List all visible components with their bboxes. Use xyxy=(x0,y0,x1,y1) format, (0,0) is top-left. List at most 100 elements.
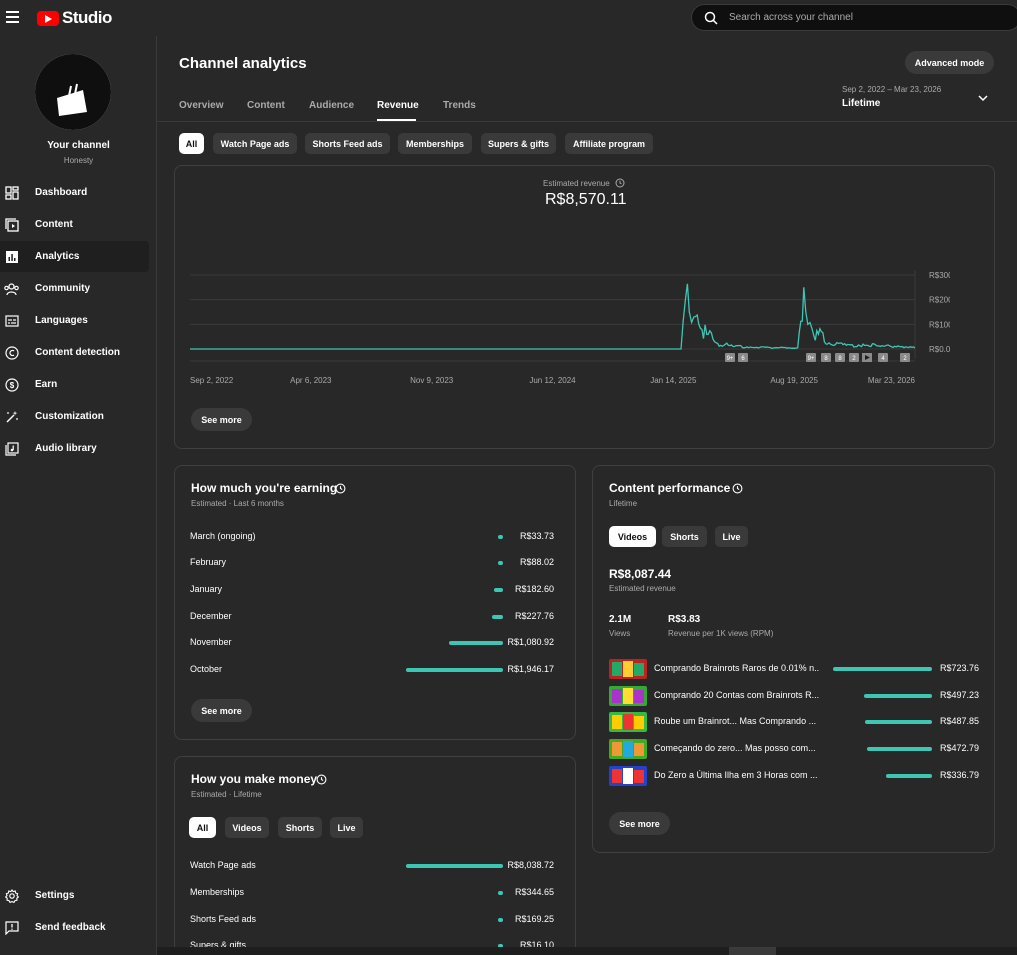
info-icon[interactable] xyxy=(335,483,346,494)
earning-row-value: R$182.60 xyxy=(514,584,554,594)
revenue-series-line xyxy=(190,283,916,350)
y-tick-label: R$300.00 xyxy=(929,271,950,280)
video-title[interactable]: Roube um Brainrot... Mas Comprando ... xyxy=(654,716,819,726)
sidebar-item-earn[interactable]: $ Earn xyxy=(0,369,149,400)
filter-chip-shorts-feed-ads[interactable]: Shorts Feed ads xyxy=(305,133,390,154)
video-revenue-value: R$723.76 xyxy=(939,663,979,673)
views-label: Views xyxy=(609,629,631,638)
earning-subtitle: Estimated · Last 6 months xyxy=(191,499,284,508)
sidebar-item-languages[interactable]: Languages xyxy=(0,305,149,336)
avatar-image xyxy=(35,54,111,130)
make-money-chip-all[interactable]: All xyxy=(189,817,216,838)
video-title[interactable]: Comprando Brainrots Raros de 0.01% n... xyxy=(654,663,819,673)
tab-overview[interactable]: Overview xyxy=(179,100,223,111)
money-row-value: R$344.65 xyxy=(514,887,554,897)
languages-icon xyxy=(4,313,19,328)
sidebar-item-analytics[interactable]: Analytics xyxy=(0,241,149,272)
sidebar-item-community[interactable]: Community xyxy=(0,273,149,304)
earning-row-label: January xyxy=(190,584,223,594)
rpm-value: R$3.83 xyxy=(668,614,701,625)
make-money-chip-shorts[interactable]: Shorts xyxy=(278,817,322,838)
video-revenue-value: R$472.79 xyxy=(939,743,979,753)
svg-text:9+: 9+ xyxy=(727,356,734,362)
upload-marker[interactable]: 2 xyxy=(849,353,859,362)
upload-marker[interactable]: 8 xyxy=(821,353,831,362)
search-icon xyxy=(704,11,718,25)
sidebar-item-label: Content detection xyxy=(35,347,120,358)
sidebar-item-content[interactable]: Content xyxy=(0,209,149,240)
filter-chip-affiliate-program[interactable]: Affiliate program xyxy=(565,133,653,154)
chevron-down-icon[interactable] xyxy=(978,93,988,103)
horizontal-scrollbar[interactable] xyxy=(729,947,776,955)
tab-content[interactable]: Content xyxy=(247,100,285,111)
tabs-divider xyxy=(157,121,1017,122)
y-tick-label: R$0.00 xyxy=(929,345,950,354)
content-chip-videos[interactable]: Videos xyxy=(609,526,656,547)
studio-logo[interactable]: Studio xyxy=(37,8,112,28)
video-thumbnail[interactable] xyxy=(609,659,647,679)
content-chip-live[interactable]: Live xyxy=(715,526,748,547)
earning-row-label: December xyxy=(190,611,232,621)
make-money-chip-videos[interactable]: Videos xyxy=(225,817,269,838)
search-bar[interactable] xyxy=(691,4,1017,31)
total-revenue-value: R$8,570.11 xyxy=(545,191,627,208)
video-title[interactable]: Começando do zero... Mas posso com... xyxy=(654,743,819,753)
date-range-picker[interactable]: Sep 2, 2022 – Mar 23, 2026 Lifetime xyxy=(842,85,941,109)
revenue-line-chart[interactable]: R$0.00 R$100.00 R$200.00 R$300.00 Sep 2, 202… xyxy=(180,260,950,390)
video-thumbnail[interactable] xyxy=(609,712,647,732)
video-revenue-value: R$497.23 xyxy=(939,690,979,700)
sidebar-item-customization[interactable]: Customization xyxy=(0,401,149,432)
avatar[interactable] xyxy=(35,54,111,130)
info-icon[interactable] xyxy=(732,483,743,494)
earning-see-more-button[interactable]: See more xyxy=(191,699,252,722)
tab-audience[interactable]: Audience xyxy=(309,100,354,111)
video-thumbnail[interactable] xyxy=(609,766,647,786)
top-bar: Studio xyxy=(0,0,1017,36)
filter-chip-watch-page-ads[interactable]: Watch Page ads xyxy=(213,133,297,154)
sidebar-item-label: Customization xyxy=(35,411,104,422)
sidebar: Your channel Honesty Dashboard Content A… xyxy=(0,36,157,955)
content-see-more-button[interactable]: See more xyxy=(609,812,670,835)
filter-chip-memberships[interactable]: Memberships xyxy=(398,133,472,154)
x-tick-label: Aug 19, 2025 xyxy=(770,376,818,385)
community-icon xyxy=(4,281,19,296)
info-icon[interactable] xyxy=(615,178,625,188)
sidebar-item-settings[interactable]: Settings xyxy=(0,880,149,911)
upload-marker[interactable]: 9+ xyxy=(725,353,735,362)
tab-trends[interactable]: Trends xyxy=(443,100,476,111)
video-title[interactable]: Comprando 20 Contas com Brainrots R... xyxy=(654,690,819,700)
content-perf-title: Content performance xyxy=(609,481,731,495)
customization-icon xyxy=(4,409,19,424)
play-marker-icon[interactable] xyxy=(862,353,872,362)
upload-marker[interactable]: 9+ xyxy=(806,353,816,362)
x-tick-label: Mar 23, 2026 xyxy=(868,376,916,385)
revenue-see-more-button[interactable]: See more xyxy=(191,408,252,431)
x-tick-label: Jan 14, 2025 xyxy=(650,376,697,385)
logo-text: Studio xyxy=(62,8,112,27)
search-input[interactable] xyxy=(729,12,989,23)
upload-marker[interactable]: 6 xyxy=(738,353,748,362)
filter-chip-all[interactable]: All xyxy=(179,133,204,154)
upload-marker[interactable]: 2 xyxy=(900,353,910,362)
sidebar-item-audio-library[interactable]: Audio library xyxy=(0,433,149,464)
sidebar-item-label: Dashboard xyxy=(35,187,88,198)
menu-icon[interactable] xyxy=(6,11,19,23)
upload-marker[interactable]: 8 xyxy=(835,353,845,362)
tab-revenue[interactable]: Revenue xyxy=(377,100,419,111)
video-title[interactable]: Do Zero a Última Ilha em 3 Horas com ... xyxy=(654,770,819,780)
advanced-mode-button[interactable]: Advanced mode xyxy=(905,51,994,74)
info-icon[interactable] xyxy=(316,774,327,785)
filter-chip-supers-gifts[interactable]: Supers & gifts xyxy=(481,133,556,154)
earning-row-label: February xyxy=(190,557,227,567)
content-chip-shorts[interactable]: Shorts xyxy=(662,526,707,547)
feedback-icon xyxy=(4,920,19,935)
video-thumbnail[interactable] xyxy=(609,686,647,706)
sidebar-item-content-detection[interactable]: Content detection xyxy=(0,337,149,368)
sidebar-item-label: Settings xyxy=(35,890,75,901)
sidebar-item-dashboard[interactable]: Dashboard xyxy=(0,177,149,208)
horizontal-scroll-track xyxy=(157,947,1017,955)
upload-marker[interactable]: 4 xyxy=(878,353,888,362)
sidebar-item-send-feedback[interactable]: Send feedback xyxy=(0,912,149,943)
video-thumbnail[interactable] xyxy=(609,739,647,759)
make-money-chip-live[interactable]: Live xyxy=(330,817,363,838)
